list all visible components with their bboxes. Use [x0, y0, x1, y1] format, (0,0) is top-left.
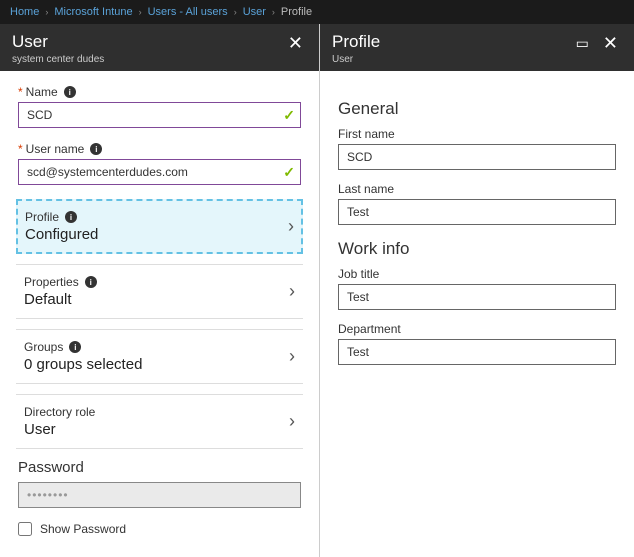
- check-icon: ✓: [283, 164, 295, 181]
- maximize-icon[interactable]: ▭: [572, 34, 593, 52]
- first-name-label: First name: [338, 127, 616, 141]
- nav-profile-value: Configured: [25, 226, 98, 243]
- work-info-heading: Work info: [338, 239, 616, 259]
- nav-groups[interactable]: Groups i 0 groups selected ›: [16, 329, 303, 384]
- nav-dirrole-label: Directory role: [24, 405, 95, 419]
- nav-groups-label-text: Groups: [24, 340, 63, 354]
- username-label: * User name i: [18, 142, 301, 156]
- chevron-right-icon: ›: [45, 7, 48, 17]
- nav-profile[interactable]: Profile i Configured ›: [16, 199, 303, 254]
- info-icon[interactable]: i: [90, 143, 102, 155]
- first-name-input[interactable]: [338, 144, 616, 170]
- info-icon[interactable]: i: [85, 276, 97, 288]
- breadcrumb-user[interactable]: User: [243, 6, 266, 18]
- job-title-label: Job title: [338, 267, 616, 281]
- check-icon: ✓: [283, 107, 295, 124]
- nav-directory-role[interactable]: Directory role User ›: [16, 394, 303, 449]
- chevron-right-icon: ›: [289, 346, 295, 367]
- chevron-right-icon: ›: [234, 7, 237, 17]
- show-password-label: Show Password: [40, 522, 126, 536]
- department-input[interactable]: [338, 339, 616, 365]
- username-input[interactable]: [18, 159, 301, 185]
- nav-profile-label: Profile i: [25, 210, 98, 224]
- department-label: Department: [338, 322, 616, 336]
- close-icon[interactable]: ✕: [599, 32, 622, 54]
- show-password-row[interactable]: Show Password: [18, 522, 301, 536]
- breadcrumb-intune[interactable]: Microsoft Intune: [54, 6, 132, 18]
- blade-title: Profile: [332, 32, 380, 52]
- blade-title: User: [12, 32, 104, 52]
- chevron-right-icon: ›: [272, 7, 275, 17]
- info-icon[interactable]: i: [69, 341, 81, 353]
- breadcrumb-profile: Profile: [281, 6, 312, 18]
- chevron-right-icon: ›: [289, 411, 295, 432]
- job-title-input[interactable]: [338, 284, 616, 310]
- password-label: Password: [18, 459, 301, 476]
- info-icon[interactable]: i: [64, 86, 76, 98]
- username-label-text: User name: [26, 142, 85, 156]
- chevron-right-icon: ›: [289, 281, 295, 302]
- name-label-text: Name: [26, 85, 58, 99]
- password-input: [18, 482, 301, 508]
- required-icon: *: [18, 85, 23, 99]
- chevron-right-icon: ›: [288, 216, 294, 237]
- breadcrumb-home[interactable]: Home: [10, 6, 39, 18]
- info-icon[interactable]: i: [65, 211, 77, 223]
- general-heading: General: [338, 99, 616, 119]
- close-icon[interactable]: ✕: [284, 32, 307, 54]
- show-password-checkbox[interactable]: [18, 522, 32, 536]
- last-name-input[interactable]: [338, 199, 616, 225]
- user-blade: User system center dudes ✕ * Name i ✓: [0, 24, 320, 557]
- blade-header: User system center dudes ✕: [0, 24, 319, 71]
- nav-properties-value: Default: [24, 291, 97, 308]
- chevron-right-icon: ›: [139, 7, 142, 17]
- blade-subtitle: system center dudes: [12, 54, 104, 65]
- nav-groups-value: 0 groups selected: [24, 356, 142, 373]
- blade-header: Profile User ▭ ✕: [320, 24, 634, 71]
- breadcrumb-bar: Home › Microsoft Intune › Users - All us…: [0, 0, 634, 24]
- nav-properties[interactable]: Properties i Default ›: [16, 264, 303, 319]
- nav-properties-label: Properties i: [24, 275, 97, 289]
- nav-properties-label-text: Properties: [24, 275, 79, 289]
- blade-subtitle: User: [332, 54, 380, 65]
- breadcrumb-users[interactable]: Users - All users: [148, 6, 228, 18]
- nav-profile-label-text: Profile: [25, 210, 59, 224]
- profile-blade: Profile User ▭ ✕ General First name Last…: [320, 24, 634, 557]
- last-name-label: Last name: [338, 182, 616, 196]
- nav-dirrole-value: User: [24, 421, 95, 438]
- name-label: * Name i: [18, 85, 301, 99]
- name-input[interactable]: [18, 102, 301, 128]
- required-icon: *: [18, 142, 23, 156]
- nav-groups-label: Groups i: [24, 340, 142, 354]
